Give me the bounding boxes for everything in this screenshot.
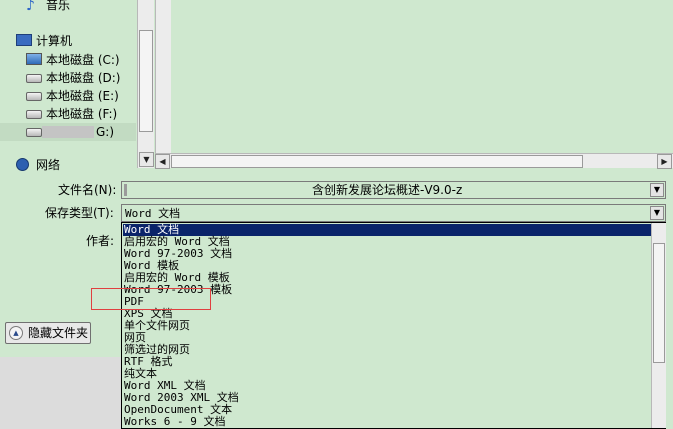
nav-item-drive-f[interactable]: 本地磁盘 (F:) — [0, 105, 130, 123]
drive-icon — [26, 128, 42, 137]
filetype-option[interactable]: RTF 格式 — [123, 356, 654, 368]
redacted-text — [124, 184, 127, 196]
filetype-option[interactable]: 单个文件网页 — [123, 320, 654, 332]
chevron-down-icon[interactable]: ▼ — [650, 206, 664, 220]
file-list-left-scrollbar[interactable] — [155, 0, 171, 153]
filetype-option[interactable]: 网页 — [123, 332, 654, 344]
dialog-footer — [0, 357, 121, 429]
system-drive-icon — [26, 53, 42, 65]
network-icon — [16, 158, 29, 171]
filename-combobox[interactable]: 含创新发展论坛概述-V9.0-z ▼ — [121, 181, 666, 199]
music-note-icon: ♪ — [26, 0, 35, 14]
hscrollbar-thumb[interactable] — [171, 155, 583, 168]
nav-item-drive-g[interactable]: G:) — [0, 123, 136, 141]
filename-input[interactable]: 含创新发展论坛概述-V9.0-z — [312, 183, 462, 198]
file-list[interactable] — [155, 0, 673, 153]
filetype-selected-value: Word 文档 — [125, 207, 181, 220]
filetype-option[interactable]: 筛选过的网页 — [123, 344, 654, 356]
author-label: 作者: — [86, 234, 115, 248]
filetype-dropdown-list[interactable]: Word 文档 启用宏的 Word 文档 Word 97-2003 文档 Word 模… — [121, 222, 666, 429]
drive-icon — [26, 110, 42, 119]
filetype-label: 保存类型(T): — [45, 206, 114, 220]
computer-icon — [16, 34, 32, 46]
filetype-option[interactable]: Word 97-2003 文档 — [123, 248, 654, 260]
redacted-label — [42, 126, 94, 138]
navigation-pane: ♪ 音乐 计算机 本地磁盘 (C:) 本地磁盘 (D:) 本地磁盘 (E:) 本… — [0, 0, 136, 172]
chevron-up-icon: ▲ — [9, 326, 23, 340]
file-list-hscrollbar[interactable]: ◀ ▶ — [155, 153, 673, 169]
annotation-highlight-box — [91, 288, 211, 310]
nav-item-computer[interactable]: 计算机 — [0, 32, 120, 50]
dropdown-scrollbar[interactable] — [651, 223, 666, 428]
nav-item-drive-d[interactable]: 本地磁盘 (D:) — [0, 69, 130, 87]
dropdown-scrollbar-thumb[interactable] — [653, 243, 665, 363]
nav-scrollbar-thumb[interactable] — [139, 30, 153, 132]
nav-item-drive-c[interactable]: 本地磁盘 (C:) — [0, 51, 130, 69]
scroll-left-icon[interactable]: ◀ — [155, 154, 170, 169]
chevron-down-icon[interactable]: ▼ — [650, 183, 664, 197]
nav-item-music[interactable]: ♪ 音乐 — [0, 0, 120, 14]
filename-label: 文件名(N): — [58, 183, 117, 197]
scroll-down-icon[interactable]: ▼ — [139, 152, 154, 167]
hide-folders-button[interactable]: ▲ 隐藏文件夹 — [5, 322, 91, 344]
drive-icon — [26, 74, 42, 83]
drive-icon — [26, 92, 42, 101]
nav-scrollbar[interactable]: ▼ — [137, 0, 154, 168]
filetype-select[interactable]: Word 文档 ▼ — [121, 204, 666, 222]
filetype-option[interactable]: Works 6 - 9 文档 — [123, 416, 654, 428]
nav-item-network[interactable]: 网络 — [0, 156, 120, 174]
nav-item-drive-e[interactable]: 本地磁盘 (E:) — [0, 87, 130, 105]
scroll-right-icon[interactable]: ▶ — [657, 154, 672, 169]
